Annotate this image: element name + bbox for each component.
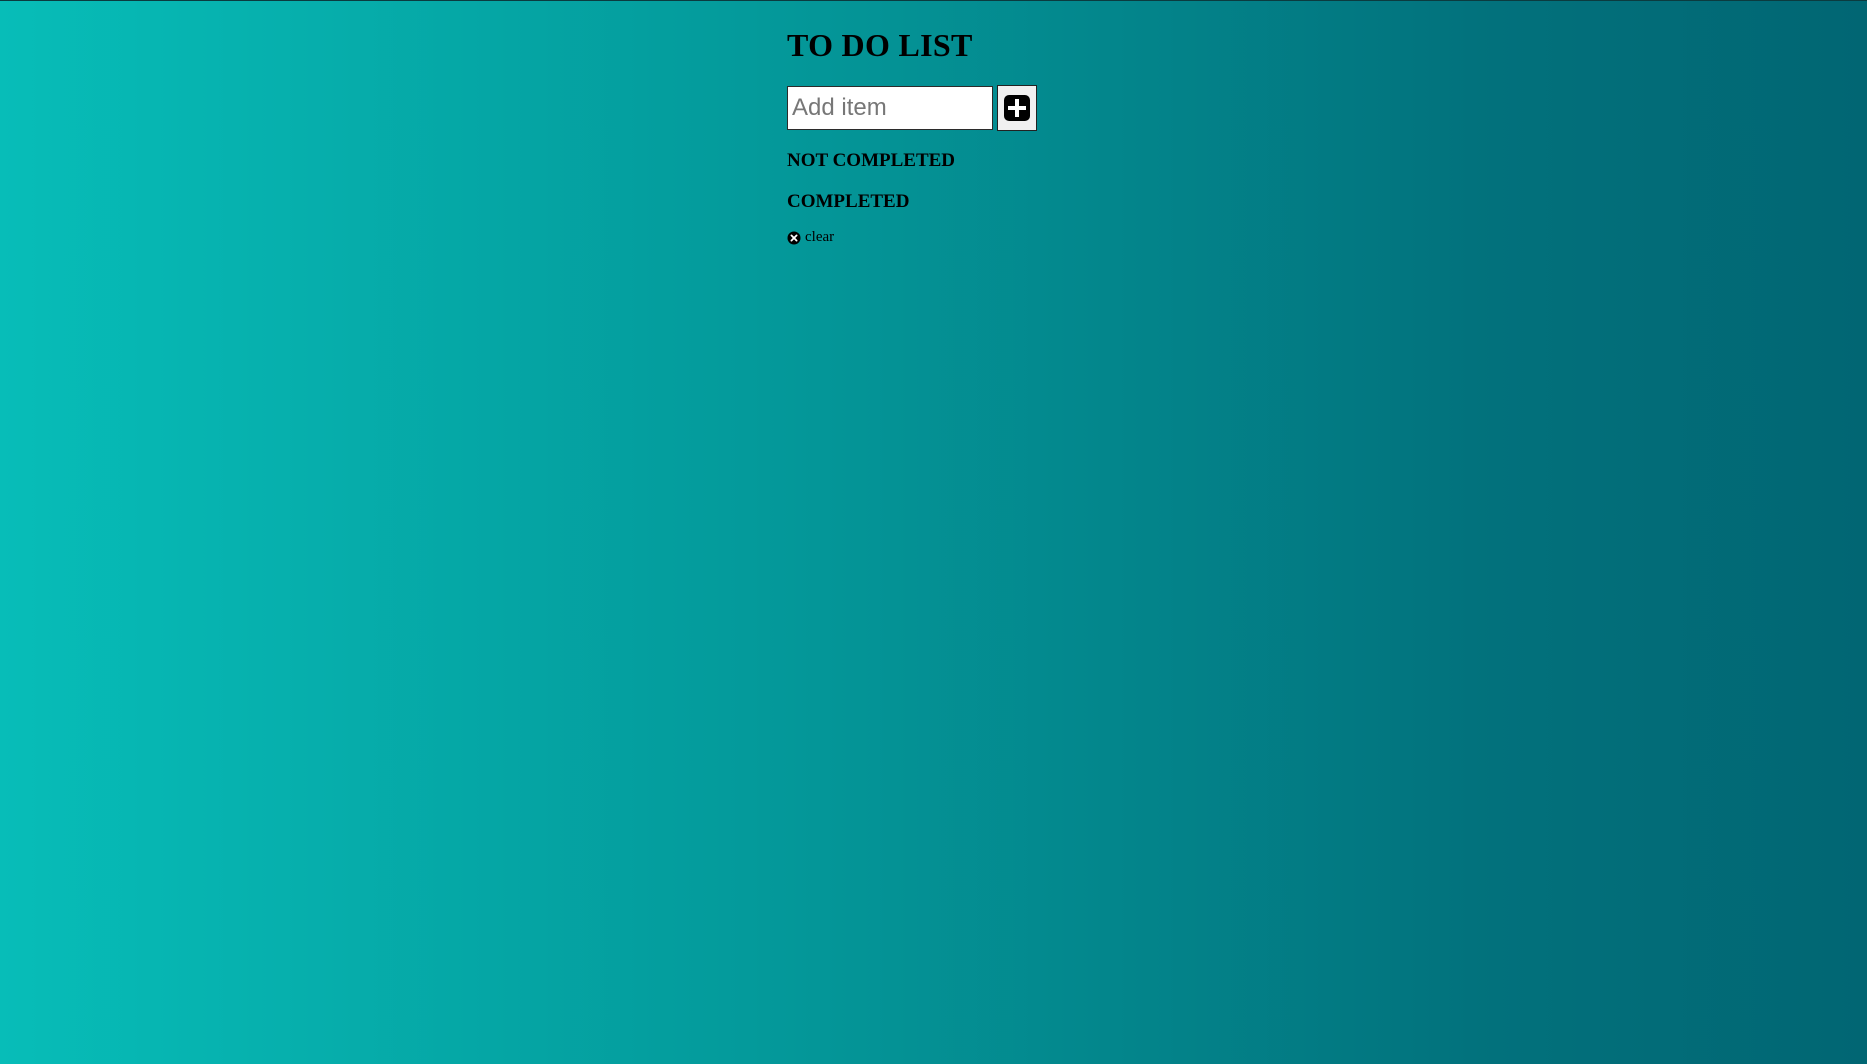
clear-button[interactable]: clear	[787, 229, 834, 246]
not-completed-heading: NOT COMPLETED	[787, 150, 956, 171]
add-item-row	[787, 85, 1087, 131]
times-circle-icon	[787, 231, 801, 245]
add-item-button[interactable]	[997, 85, 1037, 131]
page-title: TO DO LIST	[787, 27, 973, 63]
add-item-input[interactable]	[787, 86, 993, 130]
completed-heading: COMPLETED	[787, 191, 910, 212]
clear-button-label: clear	[805, 229, 835, 245]
todo-app: TO DO LIST NOT COMPLETED COMPLETED clear	[787, 25, 1087, 250]
plus-square-icon	[1004, 95, 1030, 121]
